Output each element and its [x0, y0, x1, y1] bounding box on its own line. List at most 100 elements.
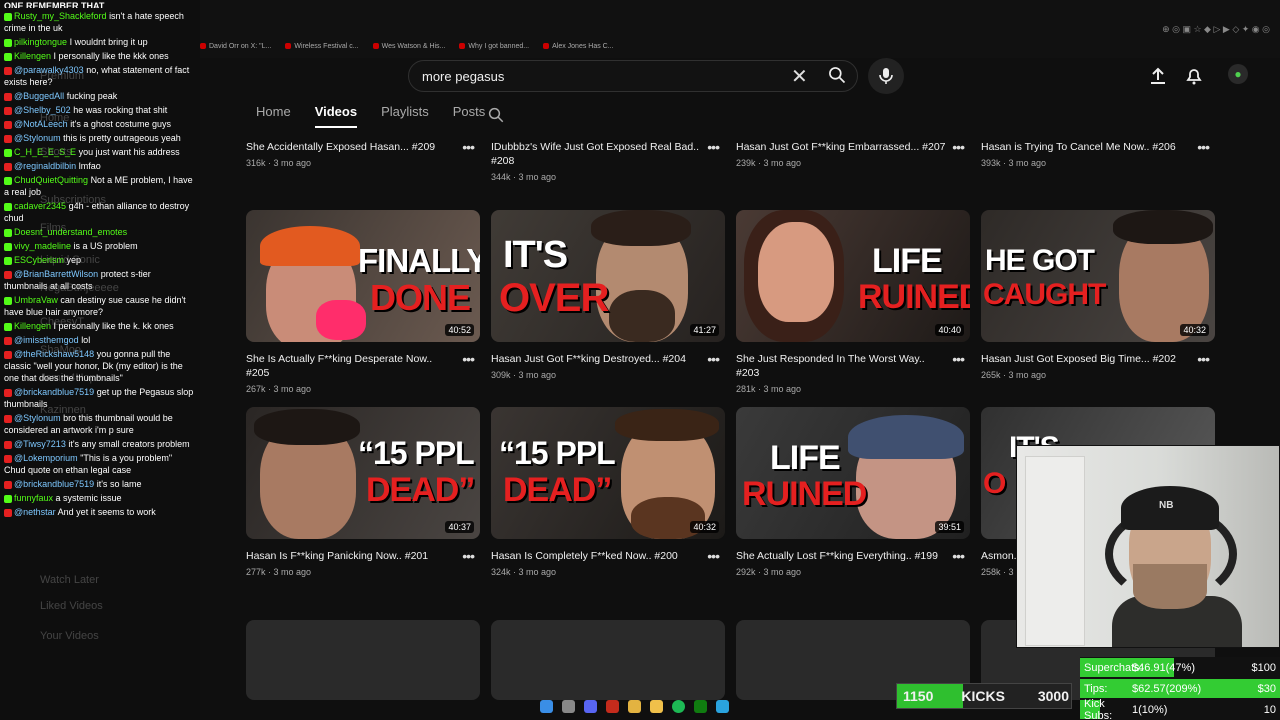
more-icon[interactable]: ••• [952, 549, 965, 563]
more-icon[interactable]: ••• [707, 352, 720, 366]
video-thumbnail[interactable]: “15 PPL DEAD” 40:37 [246, 407, 480, 539]
more-icon[interactable]: ••• [952, 140, 965, 154]
more-icon[interactable]: ••• [462, 352, 475, 366]
tab-posts[interactable]: Posts [453, 104, 486, 128]
xbox-icon[interactable] [694, 700, 707, 713]
chat-username[interactable]: UmbraVaw [14, 295, 58, 305]
chat-username[interactable]: @Tiwsy7213 [14, 439, 66, 449]
video-card[interactable]: “15 PPL DEAD” 40:37 Hasan Is F**king Pan… [246, 407, 480, 577]
clear-icon[interactable]: ✕ [791, 64, 808, 89]
spotify-icon[interactable] [672, 700, 685, 713]
more-icon[interactable]: ••• [707, 549, 720, 563]
extension-icons[interactable]: ⊕ ◎ ▣ ☆ ◆ ▷ ▶ ◇ ✦ ◉ ◎ [1162, 24, 1270, 35]
video-title[interactable]: IDubbbz's Wife Just Got Exposed Real Bad… [491, 140, 725, 168]
bookmark[interactable]: Wes Watson & His... [373, 38, 446, 54]
video-card[interactable]: Hasan Just Got F**king Embarrassed... #2… [736, 130, 970, 168]
bookmark[interactable]: Why I got banned... [459, 38, 529, 54]
folder-icon[interactable] [650, 700, 663, 713]
chat-username[interactable]: @Stylonum [14, 133, 61, 143]
chat-username[interactable]: vivy_madeline [14, 241, 71, 251]
chrome-icon[interactable] [628, 700, 641, 713]
notifications-icon[interactable] [1184, 66, 1204, 86]
video-card[interactable]: “15 PPL DEAD” 40:32 Hasan Is Completely … [491, 407, 725, 577]
video-title[interactable]: She Just Responded In The Worst Way.. #2… [736, 352, 970, 380]
video-title[interactable]: Hasan Just Got F**king Embarrassed... #2… [736, 140, 970, 154]
video-title[interactable]: She Is Actually F**king Desperate Now.. … [246, 352, 480, 380]
chat-username[interactable]: @brickandblue7519 [14, 479, 94, 489]
search-icon[interactable] [827, 65, 847, 85]
video-card[interactable]: IT'S OVER 41:27 Hasan Just Got F**king D… [491, 210, 725, 380]
video-thumbnail[interactable]: HE GOT CAUGHT 40:32 [981, 210, 1215, 342]
video-title[interactable]: Hasan Just Got Exposed Big Time... #202 •… [981, 352, 1215, 366]
mic-icon [879, 68, 893, 84]
more-icon[interactable]: ••• [952, 352, 965, 366]
kick-badge-icon [4, 12, 12, 21]
avatar[interactable]: ● [1228, 64, 1248, 84]
channel-search-icon[interactable] [487, 106, 505, 124]
discord-icon[interactable] [584, 700, 597, 713]
chat-username[interactable]: @nethstar [14, 507, 56, 517]
chat-username[interactable]: @reginaldbilbin [14, 161, 76, 171]
kick-badge-icon [4, 38, 12, 47]
mic-button[interactable] [868, 58, 904, 94]
video-meta: 265k · 3 mo ago [981, 370, 1047, 380]
video-card[interactable]: IDubbbz's Wife Just Got Exposed Real Bad… [491, 130, 725, 182]
more-icon[interactable]: ••• [1197, 352, 1210, 366]
chat-username[interactable]: @BrianBarrettWilson [14, 269, 98, 279]
ghost-sidebar-item: Shorts [40, 146, 72, 158]
youtube-badge-icon [4, 414, 12, 423]
video-card[interactable]: FINALLY DONE 40:52 She Is Actually F**ki… [246, 210, 480, 394]
video-thumbnail[interactable]: FINALLY DONE 40:52 [246, 210, 480, 342]
more-icon[interactable]: ••• [462, 549, 475, 563]
tab-home[interactable]: Home [256, 104, 291, 128]
video-title[interactable]: Hasan Is F**king Panicking Now.. #201 ••• [246, 549, 480, 563]
upload-icon[interactable] [1148, 66, 1168, 86]
chat-message: @Stylonum bro this thumbnail would be co… [4, 412, 196, 436]
video-thumbnail[interactable]: LIFE RUINED 40:40 [736, 210, 970, 342]
search-bar[interactable]: more pegasus ✕ [408, 60, 858, 92]
chat-username[interactable]: Doesnt_understand_emotes [14, 227, 127, 237]
bookmark[interactable]: Wireless Festival c... [285, 38, 358, 54]
tab-videos[interactable]: Videos [314, 104, 358, 128]
chat-username[interactable]: ChudQuietQuitting [14, 175, 88, 185]
video-title[interactable]: Hasan Just Got F**king Destroyed... #204… [491, 352, 725, 366]
app-icon[interactable] [606, 700, 619, 713]
more-icon[interactable]: ••• [1197, 140, 1210, 154]
chat-username[interactable]: Rusty_my_Shackleford [14, 11, 107, 21]
windows-icon[interactable] [540, 700, 553, 713]
video-title[interactable]: Hasan Is Completely F**ked Now.. #200 ••• [491, 549, 725, 563]
chat-username[interactable]: Killengen [14, 51, 51, 61]
search-icon[interactable] [562, 700, 575, 713]
kick-badge-icon [4, 242, 12, 251]
youtube-badge-icon [4, 162, 12, 171]
video-card[interactable]: Hasan is Trying To Cancel Me Now.. #206 •… [981, 130, 1215, 168]
duration-badge: 41:27 [690, 324, 719, 336]
video-title[interactable]: Hasan is Trying To Cancel Me Now.. #206 •… [981, 140, 1215, 154]
bookmarks-bar: David Orr on X: "L... Wireless Festival … [200, 38, 614, 54]
video-title[interactable]: She Accidentally Exposed Hasan... #209 ••… [246, 140, 480, 154]
video-thumbnail[interactable]: IT'S OVER 41:27 [491, 210, 725, 342]
video-card[interactable]: LIFE RUINED 39:51 She Actually Lost F**k… [736, 407, 970, 577]
kicks-current: 1150 [903, 688, 934, 704]
kick-badge-icon [4, 228, 12, 237]
duration-badge: 40:37 [445, 521, 474, 533]
bookmark[interactable]: David Orr on X: "L... [200, 38, 271, 54]
search-input[interactable]: more pegasus [422, 69, 504, 84]
video-card[interactable]: LIFE RUINED 40:40 She Just Responded In … [736, 210, 970, 394]
more-icon[interactable]: ••• [707, 140, 720, 154]
chat-username[interactable]: @Lokemporium [14, 453, 78, 463]
chat-username[interactable]: @brickandblue7519 [14, 387, 94, 397]
kick-badge-icon [4, 52, 12, 61]
tab-playlists[interactable]: Playlists [381, 104, 429, 128]
chat-username[interactable]: pilkingtongue [14, 37, 67, 47]
bookmark[interactable]: Alex Jones Has C... [543, 38, 613, 54]
chat-username[interactable]: @BuggedAll [14, 91, 64, 101]
video-thumbnail[interactable]: LIFE RUINED 39:51 [736, 407, 970, 539]
more-icon[interactable]: ••• [462, 140, 475, 154]
chat-username[interactable]: funnyfaux [14, 493, 53, 503]
video-title[interactable]: She Actually Lost F**king Everything.. #… [736, 549, 970, 563]
telegram-icon[interactable] [716, 700, 729, 713]
video-card[interactable]: She Accidentally Exposed Hasan... #209 ••… [246, 130, 480, 168]
video-thumbnail[interactable]: “15 PPL DEAD” 40:32 [491, 407, 725, 539]
video-card[interactable]: HE GOT CAUGHT 40:32 Hasan Just Got Expos… [981, 210, 1215, 380]
